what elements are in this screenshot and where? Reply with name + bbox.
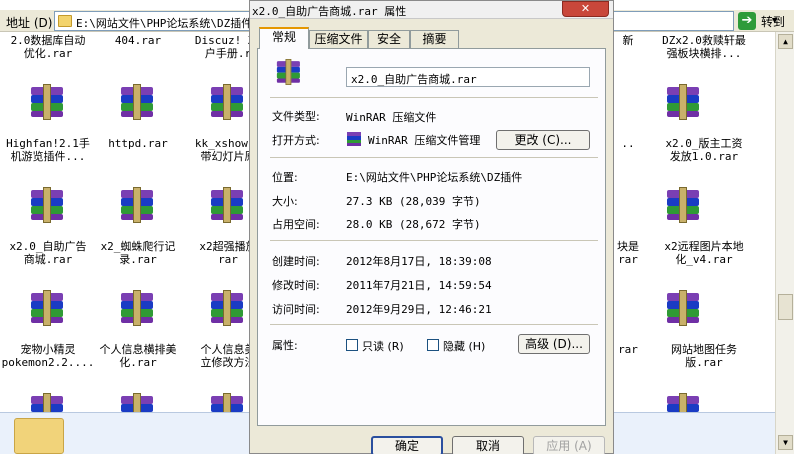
size-label: 大小: [272, 195, 298, 208]
file-label: 商城.rar [23, 253, 73, 266]
rar-file-icon[interactable] [117, 84, 157, 120]
dialog-title: x2.0_自助广告商城.rar 属性 [252, 5, 407, 18]
modified-value: 2011年7月21日, 14:59:54 [346, 279, 492, 292]
rar-file-icon[interactable] [663, 187, 703, 223]
file-label: x2远程图片本地 [664, 240, 744, 253]
rar-file-icon[interactable] [27, 290, 67, 326]
tab-panel [257, 48, 606, 426]
file-label: 化_v4.rar [675, 253, 733, 266]
file-item[interactable]: 宠物小精灵 pokemon2.2.... [0, 343, 96, 369]
rar-file-icon[interactable] [117, 187, 157, 223]
disk-size-value: 28.0 KB (28,672 字节) [346, 218, 481, 231]
file-label: pokemon2.2.... [1, 356, 95, 369]
file-label: 强板块横排... [666, 47, 742, 60]
go-label: 转到 [761, 15, 786, 29]
divider [270, 157, 598, 158]
scroll-thumb[interactable] [778, 294, 793, 320]
file-type-value: WinRAR 压缩文件 [346, 111, 437, 124]
ok-button[interactable]: 确定 [371, 436, 443, 454]
file-label: 优化.rar [23, 47, 73, 60]
location-value: E:\网站文件\PHP论坛系统\DZ插件 [346, 171, 523, 184]
rar-file-icon[interactable] [663, 290, 703, 326]
folder-icon [58, 15, 72, 27]
close-button[interactable]: ✕ [562, 1, 609, 17]
disk-size-label: 占用空间: [272, 218, 320, 231]
location-label: 位置: [272, 171, 298, 184]
file-label: 2.0数据库自动 [10, 34, 86, 47]
created-label: 创建时间: [272, 255, 320, 268]
file-label: 个人信息横排美 [99, 343, 177, 356]
tab-archive[interactable]: 压缩文件 [309, 30, 368, 48]
winrar-icon [346, 131, 362, 147]
file-item[interactable]: 个人信息横排美 化.rar [90, 343, 186, 369]
created-value: 2012年8月17日, 18:39:08 [346, 255, 492, 268]
rar-file-icon[interactable] [117, 290, 157, 326]
file-item[interactable]: x2.0_自助广告 商城.rar [0, 240, 96, 266]
modified-label: 修改时间: [272, 279, 320, 292]
file-label: 404.rar [114, 34, 162, 47]
change-button[interactable]: 更改 (C)... [496, 130, 590, 150]
divider [270, 240, 598, 241]
file-item[interactable]: x2远程图片本地 化_v4.rar [656, 240, 752, 266]
file-label: 化.rar [119, 356, 157, 369]
scroll-up-arrow-icon[interactable]: ▲ [778, 34, 793, 49]
file-label: 宠物小精灵 [20, 343, 76, 356]
divider [270, 324, 598, 325]
size-value: 27.3 KB (28,039 字节) [346, 195, 481, 208]
rar-file-icon[interactable] [27, 84, 67, 120]
open-with-value: WinRAR 压缩文件管理 [368, 134, 481, 147]
file-label: x2.0_版主工资 [665, 137, 743, 150]
file-item[interactable]: DZx2.0救赎轩最 强板块横排... [656, 34, 752, 60]
accessed-label: 访问时间: [272, 303, 320, 316]
scroll-down-arrow-icon[interactable]: ▼ [778, 435, 793, 450]
divider [270, 97, 598, 98]
accessed-value: 2012年9月29日, 12:46:21 [346, 303, 492, 316]
rar-file-icon[interactable] [207, 84, 247, 120]
file-item[interactable]: httpd.rar [90, 137, 186, 150]
properties-dialog: x2.0_自助广告商城.rar 属性 ✕ 常规 压缩文件 安全 摘要 x2.0_… [249, 0, 614, 454]
readonly-checkbox[interactable] [346, 339, 358, 351]
file-item[interactable]: 404.rar [90, 34, 186, 47]
file-item[interactable]: x2_蜘蛛爬行记 录.rar [90, 240, 186, 266]
rar-file-icon[interactable] [27, 187, 67, 223]
file-label: httpd.rar [108, 137, 168, 150]
apply-button[interactable]: 应用 (A) [533, 436, 605, 454]
dialog-titlebar: x2.0_自助广告商城.rar 属性 ✕ [250, 1, 613, 19]
file-label: DZx2.0救赎轩最 [662, 34, 746, 47]
readonly-label[interactable]: 只读 (R) [362, 338, 404, 354]
tab-security[interactable]: 安全 [368, 30, 410, 48]
file-label: x2.0_自助广告 [9, 240, 87, 253]
hidden-label[interactable]: 隐藏 (H) [443, 338, 485, 354]
go-arrow-icon: ➔ [738, 12, 756, 30]
attributes-label: 属性: [272, 339, 298, 352]
folder-icon[interactable] [14, 418, 64, 454]
rar-file-icon[interactable] [207, 290, 247, 326]
advanced-button[interactable]: 高级 (D)... [518, 334, 590, 354]
vertical-scrollbar[interactable]: ▲ ▼ [775, 32, 794, 454]
file-label: 版.rar [685, 356, 723, 369]
address-label: 地址 (D) [6, 16, 53, 30]
cancel-button[interactable]: 取消 [452, 436, 524, 454]
file-type-label: 文件类型: [272, 110, 320, 123]
file-label: 机游览插件... [10, 150, 86, 163]
file-item[interactable]: x2.0_版主工资 发放1.0.rar [656, 137, 752, 163]
file-label: 发放1.0.rar [669, 150, 739, 163]
rar-file-icon[interactable] [207, 187, 247, 223]
file-label: Highfan!2.1手 [6, 137, 90, 150]
file-label: 录.rar [119, 253, 157, 266]
file-label: x2_蜘蛛爬行记 [100, 240, 176, 253]
rar-file-icon [274, 59, 303, 85]
filename-field[interactable]: x2.0_自助广告商城.rar [346, 67, 590, 87]
address-path: E:\网站文件\PHP论坛系统\DZ插件 [76, 17, 253, 30]
file-label: 网站地图任务 [671, 343, 737, 356]
hidden-checkbox[interactable] [427, 339, 439, 351]
file-item[interactable]: 2.0数据库自动 优化.rar [0, 34, 96, 60]
open-with-label: 打开方式: [272, 134, 320, 147]
tab-general[interactable]: 常规 [259, 27, 309, 49]
rar-file-icon[interactable] [663, 84, 703, 120]
tab-summary[interactable]: 摘要 [410, 30, 459, 48]
go-button[interactable]: ➔ 转到 [738, 11, 792, 31]
file-item[interactable]: Highfan!2.1手 机游览插件... [0, 137, 96, 163]
file-item[interactable]: 网站地图任务 版.rar [656, 343, 752, 369]
